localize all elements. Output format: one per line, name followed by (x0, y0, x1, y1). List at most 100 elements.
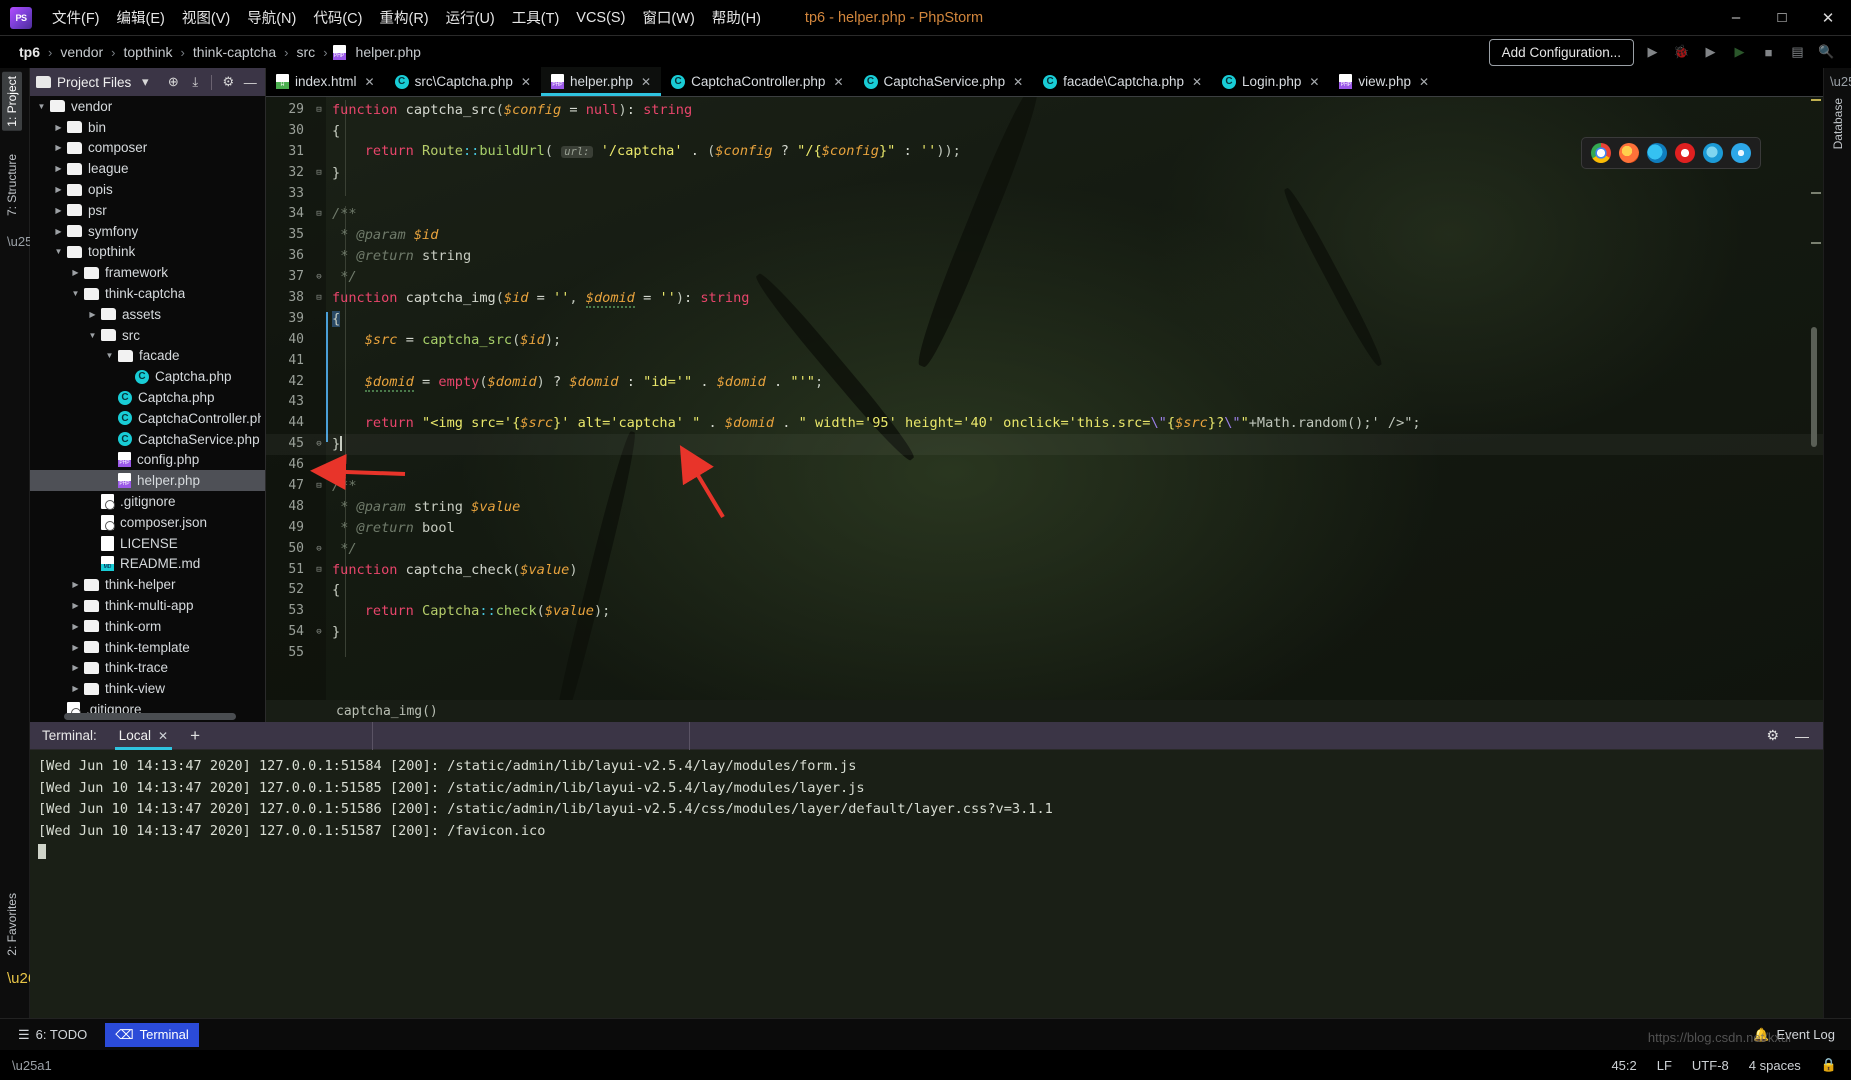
run-icon[interactable]: ▶ (1644, 44, 1661, 61)
tree-item[interactable]: ▼ vendor (30, 96, 265, 117)
close-icon[interactable]: ✕ (365, 75, 375, 89)
editor-tab-bar[interactable]: index.html✕Csrc\Captcha.php✕helper.php✕C… (266, 67, 1823, 97)
caret-position[interactable]: 45:2 (1611, 1058, 1636, 1073)
menu-run[interactable]: 运行(U) (438, 3, 503, 32)
chevron-right-icon[interactable]: ▶ (53, 226, 64, 237)
code-line[interactable]: 53 return Captcha::check($value); (266, 601, 1823, 622)
code-fold-icon[interactable]: ⊟ (312, 476, 326, 497)
safari-icon[interactable] (1731, 143, 1751, 163)
chevron-down-icon[interactable]: ▼ (53, 246, 64, 257)
code-line[interactable]: 45 ⊖} (266, 434, 1823, 456)
hide-panel-icon[interactable]: — (242, 74, 258, 90)
tree-item[interactable]: ▶ think-helper (30, 574, 265, 595)
menu-help[interactable]: 帮助(H) (704, 3, 769, 32)
code-line[interactable]: 33 (266, 184, 1823, 205)
close-icon[interactable]: ✕ (158, 729, 168, 743)
terminal-cursor[interactable] (38, 842, 1823, 864)
project-tree[interactable]: ▼ vendor ▶ bin ▶ composer ▶ league ▶ opis ▶ psr ▶ sym… (30, 96, 265, 722)
code-line[interactable]: 50 ⊖ */ (266, 539, 1823, 560)
gear-icon[interactable]: ⚙ (1766, 727, 1779, 744)
line-separator[interactable]: LF (1657, 1058, 1672, 1073)
menu-view[interactable]: 视图(V) (174, 3, 238, 32)
database-grid-icon[interactable]: \u25a6 (1830, 74, 1851, 90)
editor-tab[interactable]: Cfacade\Captcha.php ✕ (1033, 67, 1212, 96)
breadcrumb-item-topthink[interactable]: topthink (121, 44, 176, 60)
chevron-right-icon[interactable]: ▶ (53, 163, 64, 174)
file-encoding[interactable]: UTF-8 (1692, 1058, 1729, 1073)
maximize-button[interactable]: □ (1759, 0, 1805, 36)
close-icon[interactable]: ✕ (1419, 75, 1429, 89)
close-icon[interactable]: ✕ (1192, 75, 1202, 89)
code-editor[interactable]: 29 ⊟ function captcha_src($config = null):… (266, 97, 1823, 722)
close-icon[interactable]: ✕ (1013, 75, 1023, 89)
tree-item[interactable]: ▶ think-view (30, 678, 265, 699)
tree-item[interactable]: ▶C CaptchaController.php (30, 408, 265, 429)
tree-item[interactable]: ▶ composer (30, 138, 265, 159)
chevron-right-icon[interactable]: ▶ (70, 683, 81, 694)
tree-item[interactable]: ▶C Captcha.php (30, 366, 265, 387)
code-line[interactable]: 48 * @param string $value (266, 497, 1823, 518)
chevron-right-icon[interactable]: ▶ (53, 184, 64, 195)
code-line[interactable]: 46 (266, 455, 1823, 476)
build-icon[interactable]: \u25a6 (7, 234, 47, 250)
profile-icon[interactable]: ▶ (1731, 44, 1748, 61)
add-configuration-button[interactable]: Add Configuration... (1488, 38, 1634, 66)
tree-horizontal-scrollbar[interactable] (64, 713, 236, 720)
code-line[interactable]: 51 ⊟ function captcha_check($value) (266, 560, 1823, 581)
chevron-right-icon[interactable]: ▶ (53, 205, 64, 216)
code-fold-icon[interactable]: ⊖ (312, 539, 326, 560)
chevron-right-icon[interactable]: ▶ (70, 621, 81, 632)
tree-item[interactable]: ▼ think-captcha (30, 283, 265, 304)
code-line[interactable]: 44 return "<img src='{$src}' alt='captch… (266, 413, 1823, 434)
tree-item[interactable]: ▶ symfony (30, 221, 265, 242)
chevron-down-icon[interactable]: ▼ (36, 101, 47, 112)
close-icon[interactable]: ✕ (1309, 75, 1319, 89)
code-fold-icon[interactable]: ⊟ (312, 204, 326, 225)
tree-item[interactable]: ▼ src (30, 325, 265, 346)
hide-panel-icon[interactable]: — (1795, 728, 1809, 744)
code-line[interactable]: 52 { (266, 580, 1823, 601)
sidebar-tab-database[interactable]: Database (1828, 94, 1848, 153)
code-line[interactable]: 38 ⊟ function captcha_img($id = '', $domid… (266, 288, 1823, 309)
close-icon[interactable]: ✕ (833, 75, 843, 89)
tree-item[interactable]: ▶ think-trace (30, 658, 265, 679)
tree-item[interactable]: ▶ .gitignore (30, 491, 265, 512)
tree-item-selected[interactable]: ▶ helper.php (30, 470, 265, 492)
tree-item[interactable]: ▼ topthink (30, 242, 265, 263)
collapse-all-icon[interactable]: ⤓ (187, 74, 203, 90)
tree-item[interactable]: ▶ framework (30, 262, 265, 283)
tree-item[interactable]: ▶ composer.json (30, 512, 265, 533)
close-button[interactable]: ✕ (1805, 0, 1851, 36)
code-line[interactable]: 36 * @return string (266, 246, 1823, 267)
code-fold-icon[interactable]: ⊖ (312, 622, 326, 643)
breadcrumb-item-src[interactable]: src (294, 44, 319, 60)
breadcrumb-item-file[interactable]: helper.php (353, 44, 424, 60)
code-line[interactable]: 37 ⊖ */ (266, 267, 1823, 288)
editor-tab[interactable]: Csrc\Captcha.php ✕ (385, 67, 541, 96)
terminal-tab-local[interactable]: Local ✕ (109, 722, 178, 750)
code-fold-icon[interactable]: ⊟ (312, 163, 326, 184)
editor-tab[interactable]: index.html ✕ (266, 67, 385, 96)
sidebar-tab-structure[interactable]: 7: Structure (2, 150, 22, 220)
code-line[interactable]: 34 ⊟ /** (266, 204, 1823, 225)
tree-item[interactable]: ▶ LICENSE (30, 533, 265, 554)
sidebar-tab-favorites[interactable]: 2: Favorites (2, 889, 22, 960)
tree-item[interactable]: ▼ facade (30, 346, 265, 367)
ie-icon[interactable] (1703, 143, 1723, 163)
code-line[interactable]: 47 ⊟ /** (266, 476, 1823, 497)
tree-item[interactable]: ▶ think-template (30, 637, 265, 658)
tree-item[interactable]: ▶ assets (30, 304, 265, 325)
search-icon[interactable]: 🔍 (1818, 44, 1835, 61)
tree-item[interactable]: ▶ psr (30, 200, 265, 221)
code-line[interactable]: 29 ⊟ function captcha_src($config = null):… (266, 100, 1823, 121)
tree-item[interactable]: ▶ think-multi-app (30, 595, 265, 616)
chevron-right-icon[interactable]: ▶ (70, 579, 81, 590)
editor-tab[interactable]: C Login.php ✕ (1212, 67, 1329, 96)
code-fold-icon[interactable]: ⊟ (312, 560, 326, 581)
editor-tab[interactable]: C CaptchaController.php ✕ (661, 67, 853, 96)
tree-item[interactable]: ▶C Captcha.php (30, 387, 265, 408)
code-lines[interactable]: 29 ⊟ function captcha_src($config = null):… (266, 97, 1823, 664)
chevron-right-icon[interactable]: ▶ (70, 267, 81, 278)
new-terminal-button[interactable]: + (178, 726, 212, 746)
menu-edit[interactable]: 编辑(E) (109, 3, 173, 32)
